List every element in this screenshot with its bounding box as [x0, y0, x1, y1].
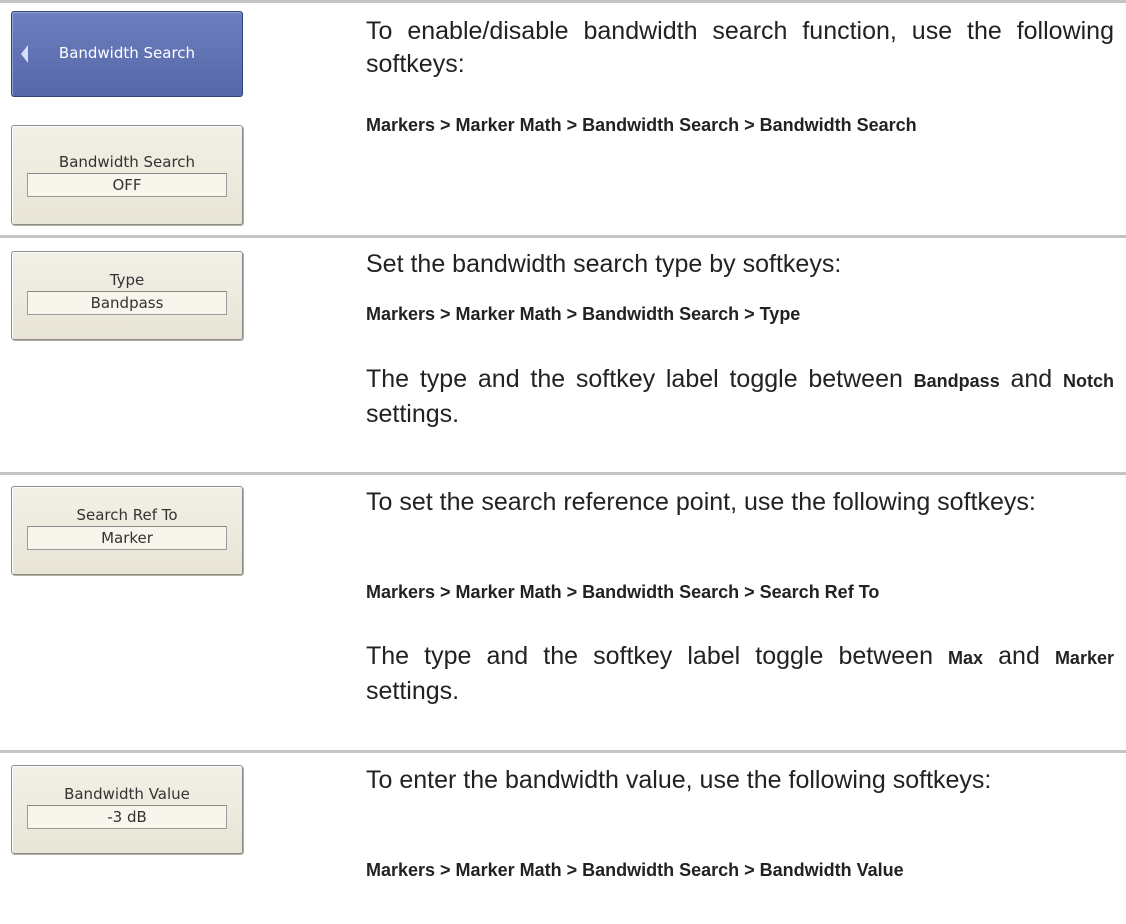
bandwidth-value-button[interactable]: Bandwidth Value -3 dB: [11, 765, 243, 854]
softkey-path: Markers > Marker Math > Bandwidth Search…: [366, 582, 880, 602]
section-divider: [0, 472, 1126, 475]
search-ref-to-button[interactable]: Search Ref To Marker: [11, 486, 243, 575]
softkey-value: Marker: [27, 526, 227, 550]
softkey-value: Bandpass: [27, 291, 227, 315]
bandwidth-search-submenu-button[interactable]: Bandwidth Search: [11, 11, 243, 97]
section-description: Set the bandwidth search type by softkey…: [366, 250, 842, 278]
section-divider: [0, 0, 1126, 3]
note-text: and: [998, 642, 1040, 670]
section-divider: [0, 750, 1126, 753]
note-text: The type and the softkey label toggle be…: [366, 642, 933, 670]
section-description: To set the search reference point, use t…: [366, 488, 1036, 516]
note-text: The type and the softkey label toggle be…: [366, 365, 903, 393]
toggle-note: The type and the softkey label toggle be…: [366, 363, 1114, 431]
softkey-label: Bandwidth Value: [64, 785, 190, 803]
note-text: and: [1010, 365, 1053, 393]
softkey-label: Bandwidth Search: [58, 44, 196, 62]
section-description: To enable/disable bandwidth search funct…: [366, 17, 1114, 78]
option-bandpass: Bandpass: [913, 371, 1000, 391]
option-notch: Notch: [1062, 371, 1114, 391]
section-description: To enter the bandwidth value, use the fo…: [366, 766, 992, 794]
note-text: settings.: [366, 677, 460, 705]
option-marker: Marker: [1054, 648, 1114, 668]
softkey-label: Search Ref To: [76, 506, 178, 524]
section-divider: [0, 235, 1126, 238]
toggle-note: The type and the softkey label toggle be…: [366, 640, 1114, 708]
option-max: Max: [948, 648, 984, 668]
bandwidth-search-toggle-button[interactable]: Bandwidth Search OFF: [11, 125, 243, 225]
chevron-left-icon: [21, 45, 28, 63]
note-text: settings.: [366, 400, 460, 428]
softkey-path: Markers > Marker Math > Bandwidth Search…: [366, 115, 917, 135]
softkey-path: Markers > Marker Math > Bandwidth Search…: [366, 304, 801, 324]
softkey-label: Bandwidth Search: [58, 153, 196, 171]
softkey-path: Markers > Marker Math > Bandwidth Search…: [366, 860, 904, 880]
softkey-label: Type: [109, 271, 145, 289]
softkey-value: -3 dB: [27, 805, 227, 829]
type-button[interactable]: Type Bandpass: [11, 251, 243, 340]
softkey-value: OFF: [27, 173, 227, 197]
